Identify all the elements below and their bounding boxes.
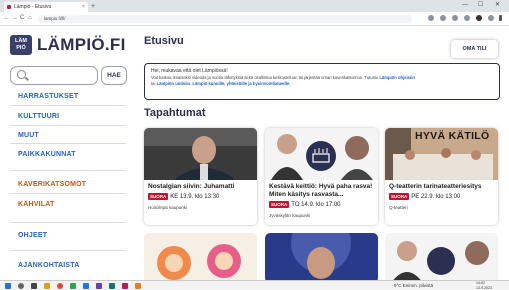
chrome-icon[interactable] [57,283,63,289]
search-taskbar-icon[interactable] [18,283,24,289]
image-decoration [471,150,481,160]
image-decoration [441,148,451,158]
events-heading: Tapahtumat [144,107,206,119]
home-icon[interactable]: ⌂ [28,14,32,23]
close-tab-icon[interactable]: × [82,2,85,12]
event-card[interactable] [144,233,257,283]
account-button[interactable]: OMA TILI [451,40,498,58]
app-icon[interactable] [135,283,141,289]
event-title[interactable]: Kestävä keittiö: Hyvä paha rasva! Miten … [269,183,375,199]
sidebar-item-ajankohtaista[interactable]: AJANKOHTAISTA [18,262,79,269]
app-icon[interactable] [83,283,89,289]
divider [10,222,126,223]
app-icon[interactable] [96,283,102,289]
logo-text[interactable]: LÄMPIÖ.FI [37,35,126,55]
search-input[interactable] [10,66,98,85]
forward-icon[interactable]: → [12,14,18,23]
main-content: Etusivu OMA TILI Hei, mukavaa että olet … [134,26,509,283]
sidebar: LÄM PIÖ LÄMPIÖ.FI HAE HARRASTUKSET KULTT… [0,26,134,280]
logo-line1: LÄM [15,38,27,44]
sidebar-item-paikkakunnat[interactable]: PAIKKAKUNNAT [18,151,76,158]
event-meta: SUORA TO 14.9. klo 17:00 [269,201,341,208]
browser-tab[interactable]: Lämpiö - Etusivu × [4,2,88,12]
sidebar-item-harrastukset[interactable]: HARRASTUKSET [18,93,78,100]
sidebar-item-ohjeet[interactable]: OHJEET [18,232,47,239]
window-close-icon[interactable]: ✕ [495,1,500,10]
search-icon [17,70,26,79]
live-badge: SUORA [389,193,410,200]
app-icon[interactable] [122,283,128,289]
bookmark-star-icon[interactable] [452,15,458,21]
event-card[interactable] [265,233,378,283]
zoom-icon[interactable] [428,15,434,21]
sidebar-item-kulttuuri[interactable]: KULTTUURI [18,113,59,120]
divider [10,143,126,144]
browser-tab-strip: Lämpiö - Etusivu × + — ☐ ✕ [0,0,509,12]
event-place: Jyväskylän kaupunki [269,213,311,218]
tab-title: Lämpiö - Etusivu [14,4,52,10]
app-icon[interactable] [109,283,115,289]
extension-icon[interactable] [464,15,470,21]
event-card[interactable]: Nostalgian siivin: Juhamatti SUORA KE 13.… [144,128,257,225]
event-date: TO 14.9. klo 17:00 [291,201,341,208]
divider [10,193,126,194]
event-card[interactable]: HYVÄ KÄTILÖ Q-teatterin tarinateatteries… [385,128,498,225]
event-place: Q-teatteri [389,205,408,210]
app-icon[interactable] [70,283,76,289]
link-kunnille[interactable]: Lämpiö kunnille, yhteisöille ja hyvinvoi… [192,81,290,86]
back-icon[interactable]: ← [4,14,10,23]
event-card[interactable] [385,233,498,283]
favicon-icon [7,5,11,9]
link-ohjeet[interactable]: Lämpiön ohjeisiin [379,75,415,80]
browser-menu-icon[interactable] [499,15,502,21]
event-title[interactable]: Q-teatterin tarinateatteriesitys [389,183,495,191]
logo-line2: PIÖ [16,45,26,51]
notice-text: Voit katsoa ilmaiseksi videoita ja suori… [151,74,380,80]
event-image [265,128,378,180]
event-image: HYVÄ KÄTILÖ [385,128,498,180]
reload-icon[interactable]: C [20,14,24,23]
search-button[interactable]: HAE [101,66,127,85]
event-card[interactable]: Kestävä keittiö: Hyvä paha rasva! Miten … [265,128,378,225]
task-view-icon[interactable] [31,283,37,289]
page-title: Etusivu [144,35,184,47]
live-badge: SUORA [148,193,169,200]
address-bar[interactable]: lampio.fi/fi/ [38,15,412,23]
clock-date: 13.9.2023 [476,285,492,290]
sidebar-item-kahvilat[interactable]: KAHVILAT [18,201,54,208]
maximize-icon[interactable]: ☐ [478,1,483,10]
notice-body-2: tai Lämpiön uutisiin. Lämpiö kunnille, y… [151,81,493,87]
profile-icon[interactable] [488,15,494,21]
live-badge: SUORA [269,201,290,208]
divider [10,250,126,251]
link-uutiset[interactable]: Lämpiön uutisiin [157,81,191,86]
event-meta: SUORA KE 13.9. klo 13:30 [148,193,219,200]
event-date: KE 13.9. klo 13:30 [170,193,220,200]
welcome-notice: Hei, mukavaa että olet Lämpiössä! Voit k… [144,63,500,100]
file-explorer-icon[interactable] [44,283,50,289]
share-icon[interactable] [440,15,446,21]
start-icon[interactable] [5,283,11,289]
weather-status[interactable]: 9°C Enimm. pilvistä [394,282,433,290]
extensions-puzzle-icon[interactable] [476,15,482,21]
event-date: PE 22.9. klo 13:00 [411,193,461,200]
sidebar-item-muut[interactable]: MUUT [18,132,39,139]
os-taskbar: 9°C Enimm. pilvistä 14:02 13.9.2023 [0,280,509,290]
page: LÄM PIÖ LÄMPIÖ.FI HAE HARRASTUKSET KULTT… [0,26,509,283]
minimize-icon[interactable]: — [462,1,468,10]
event-title[interactable]: Nostalgian siivin: Juhamatti [148,183,254,191]
divider [10,105,126,106]
clock[interactable]: 14:02 13.9.2023 [476,281,492,290]
event-image-text: HYVÄ KÄTILÖ [415,130,490,142]
event-place: Hoitolinjat kaupunki [148,205,188,210]
divider [10,125,126,126]
sidebar-item-kaverikatsomot[interactable]: KAVERIKATSOMOT [18,181,86,188]
event-meta: SUORA PE 22.9. klo 13:00 [389,193,460,200]
divider [10,170,126,171]
event-image [144,128,257,180]
logo-mark[interactable]: LÄM PIÖ [10,35,32,55]
browser-toolbar: ← → C ⌂ lampio.fi/fi/ [0,12,509,26]
new-tab-button[interactable]: + [91,2,95,11]
image-decoration [405,150,415,160]
